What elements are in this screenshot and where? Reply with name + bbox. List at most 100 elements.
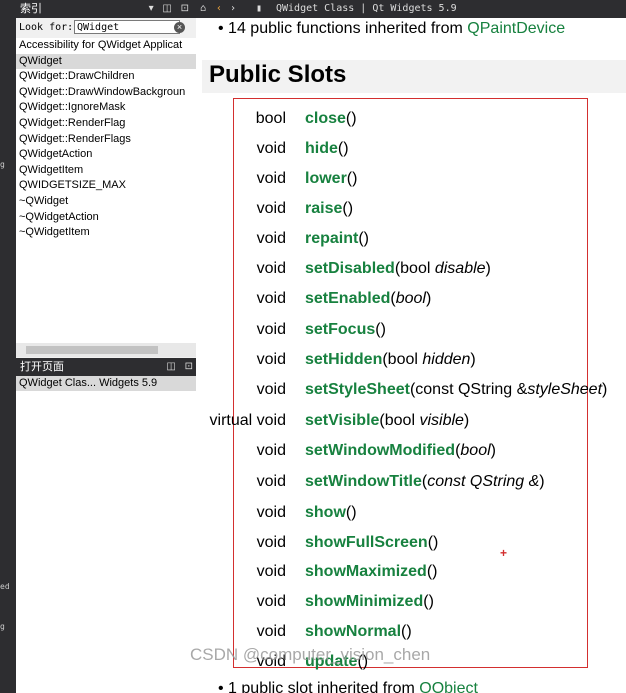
index-panel-title: 索引	[20, 3, 42, 15]
bookmark-icon[interactable]: ▮	[256, 0, 262, 18]
slot-paren-close: )	[470, 351, 476, 368]
slot-paren-close: )	[428, 593, 434, 610]
index-list-item[interactable]: ~QWidgetAction	[16, 210, 196, 226]
slot-signature: showMinimized()	[305, 593, 434, 611]
slot-link-showFullScreen[interactable]: showFullScreen	[305, 534, 428, 551]
home-icon[interactable]: ⌂	[200, 0, 206, 18]
panel-header-buttons[interactable]: ◫ ⊡	[166, 358, 196, 376]
slot-signature: lower()	[305, 170, 357, 188]
slot-link-close[interactable]: close	[305, 110, 346, 127]
slot-link-setStyleSheet[interactable]: setStyleSheet	[305, 381, 410, 398]
slot-paren-close: )	[602, 381, 608, 398]
index-list-item[interactable]: QWidget::RenderFlag	[16, 116, 196, 132]
open-pages-list: QWidget Clas... Widgets 5.9	[16, 376, 196, 693]
slot-link-setHidden[interactable]: setHidden	[305, 351, 382, 368]
document-tab-title[interactable]: QWidget Class | Qt Widgets 5.9	[276, 0, 457, 18]
slot-link-setVisible[interactable]: setVisible	[305, 412, 379, 429]
slot-signature: setDisabled(bool disable)	[305, 260, 491, 278]
slot-paren-close: )	[406, 623, 412, 640]
slot-link-show[interactable]: show	[305, 504, 346, 521]
qpaintdevice-link[interactable]: QPaintDevice	[467, 20, 565, 37]
inherited-functions-text: 14 public functions inherited from	[228, 20, 468, 37]
slot-row: void lower()	[196, 170, 626, 190]
slot-return-type: void	[256, 200, 286, 217]
index-list-item[interactable]: QWidgetAction	[16, 147, 196, 163]
slot-return-type: void	[256, 260, 286, 277]
slot-signature: show()	[305, 504, 357, 522]
slot-paren-close: )	[490, 442, 496, 459]
index-list-item[interactable]: QWidget::RenderFlags	[16, 132, 196, 148]
slot-link-showNormal[interactable]: showNormal	[305, 623, 401, 640]
slot-paren-close: )	[425, 290, 432, 307]
slot-link-setEnabled[interactable]: setEnabled	[305, 290, 390, 307]
slot-link-repaint[interactable]: repaint	[305, 230, 358, 247]
slot-row: void raise()	[196, 200, 626, 220]
index-list-item[interactable]: QWidget	[16, 53, 196, 70]
slot-return-type: void	[256, 593, 286, 610]
help-index-panel: 索引 ▾ ◫ ⊡ Look for: QWidget × Accessibili…	[16, 0, 200, 693]
slot-link-raise[interactable]: raise	[305, 200, 342, 217]
panel-header-buttons[interactable]: ▾ ◫ ⊡	[149, 0, 192, 18]
index-list-item[interactable]: ~QWidget	[16, 194, 196, 210]
horizontal-scrollbar[interactable]	[16, 343, 196, 357]
index-panel-header: 索引 ▾ ◫ ⊡	[16, 0, 196, 18]
slot-param-name: hidden	[422, 351, 471, 368]
slot-link-setFocus[interactable]: setFocus	[305, 321, 375, 338]
slot-param-type: bool	[400, 260, 435, 277]
index-list-item[interactable]: Accessibility for QWidget Applicat	[16, 38, 196, 54]
back-icon[interactable]: ‹	[216, 0, 222, 18]
left-dock-strip: g ed g	[0, 0, 16, 693]
strip-tick: g	[0, 160, 5, 169]
slot-row: void showMaximized()	[196, 563, 626, 583]
index-list-item[interactable]: ~QWidgetItem	[16, 225, 196, 241]
slot-paren-close: )	[351, 504, 357, 521]
qobject-link[interactable]: QObject	[419, 680, 478, 693]
slot-link-setWindowTitle[interactable]: setWindowTitle	[305, 473, 422, 490]
slot-row: void show()	[196, 504, 626, 524]
index-list-item[interactable]: QWidget::IgnoreMask	[16, 100, 196, 116]
index-list-item[interactable]: QWIDGETSIZE_MAX	[16, 178, 196, 194]
slot-paren-close: )	[363, 230, 369, 247]
open-page-item[interactable]: QWidget Clas... Widgets 5.9	[16, 376, 196, 391]
inherited-slots-line: • 1 public slot inherited from QObject	[218, 680, 478, 693]
clear-search-icon[interactable]: ×	[174, 22, 185, 33]
slot-return-type: void	[256, 534, 286, 551]
slot-row: void setHidden(bool hidden)	[196, 351, 626, 371]
inherited-functions-line: • 14 public functions inherited from QPa…	[218, 20, 566, 37]
slot-param-name: const QString &	[427, 473, 540, 490]
slot-link-setDisabled[interactable]: setDisabled	[305, 260, 395, 277]
slot-paren-close: )	[539, 473, 545, 490]
index-list-item[interactable]: QWidget::DrawChildren	[16, 69, 196, 85]
slot-return-type: void	[256, 351, 286, 368]
slot-return-type: void	[256, 504, 286, 521]
index-list-item[interactable]: QWidgetItem	[16, 163, 196, 179]
slot-return-type: void	[256, 290, 286, 307]
slot-link-showMinimized[interactable]: showMinimized	[305, 593, 423, 610]
slot-signature: showMaximized()	[305, 563, 437, 581]
slot-signature: raise()	[305, 200, 353, 218]
slot-return-type: void	[256, 170, 286, 187]
slot-param-name: styleSheet	[527, 381, 603, 398]
slot-row: bool close()	[196, 110, 626, 130]
slot-paren-close: )	[485, 260, 491, 277]
slot-signature: repaint()	[305, 230, 369, 248]
slot-return-type: void	[256, 230, 286, 247]
slot-param-type: const QString &	[415, 381, 528, 398]
index-list-item[interactable]: QWidget::DrawWindowBackgroun	[16, 85, 196, 101]
look-for-input[interactable]: QWidget	[74, 20, 180, 34]
slot-signature: showNormal()	[305, 623, 412, 641]
look-for-row: Look for: QWidget ×	[16, 18, 196, 38]
scrollbar-thumb[interactable]	[26, 346, 158, 354]
look-for-label: Look for:	[19, 22, 74, 33]
section-title: Public Slots	[209, 61, 347, 88]
forward-icon[interactable]: ›	[230, 0, 236, 18]
slot-link-lower[interactable]: lower	[305, 170, 347, 187]
slot-paren-close: )	[380, 321, 386, 338]
slot-link-hide[interactable]: hide	[305, 140, 338, 157]
slot-link-showMaximized[interactable]: showMaximized	[305, 563, 427, 580]
slot-row: void setStyleSheet(const QString &styleSh…	[196, 381, 626, 401]
slot-return-type: virtual void	[209, 412, 286, 429]
cursor-crosshair: +	[500, 546, 508, 560]
slot-link-setWindowModified[interactable]: setWindowModified	[305, 442, 455, 459]
slot-row: void showFullScreen()	[196, 534, 626, 554]
